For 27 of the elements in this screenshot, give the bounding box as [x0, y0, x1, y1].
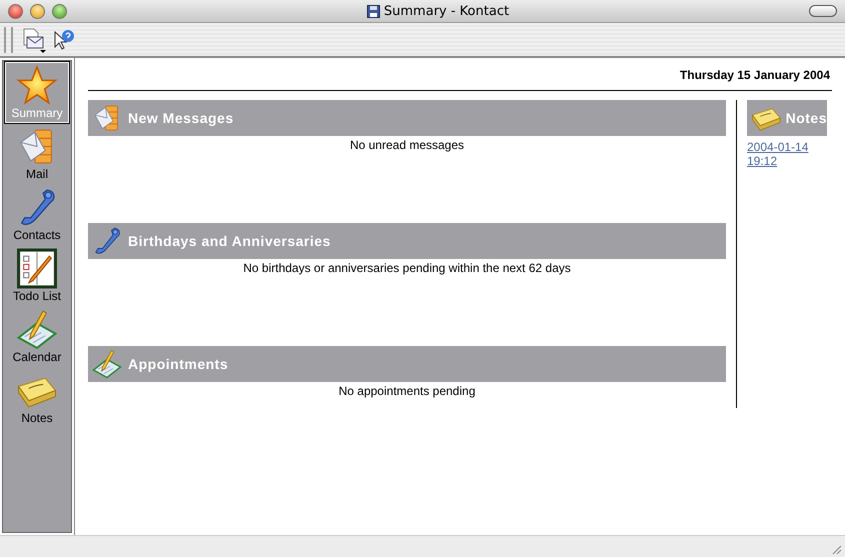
sidebar-item[interactable]: Calendar	[5, 306, 69, 367]
resize-grip-icon[interactable]	[830, 543, 842, 555]
section-message: No birthdays or anniversaries pending within the next 62 days	[242, 260, 572, 275]
section-header: New Messages	[88, 100, 726, 136]
section-message: No unread messages	[348, 137, 466, 152]
section-header: Notes	[747, 100, 827, 136]
minimize-button[interactable]	[30, 4, 45, 18]
star-icon	[16, 65, 58, 106]
section-message: No appointments pending	[338, 383, 476, 398]
sidebar-item[interactable]: Contacts	[5, 184, 69, 245]
checklist-pencil-icon	[16, 248, 58, 289]
sidebar-item[interactable]: Mail	[5, 123, 69, 184]
date-heading: Thursday 15 January 2004	[88, 66, 832, 91]
calendar-pencil-icon	[92, 349, 122, 379]
section-header: Appointments	[88, 346, 726, 382]
zoom-button[interactable]	[52, 4, 67, 18]
phone-handset-icon	[92, 226, 122, 256]
calendar-pencil-icon	[16, 309, 58, 350]
note-link[interactable]: 2004-01-14 19:12	[747, 140, 817, 168]
toolbar-toggle-button[interactable]	[809, 5, 837, 17]
window-title: Summary - Kontact	[384, 4, 510, 18]
close-button[interactable]	[8, 4, 23, 18]
sidebar-item[interactable]: Todo List	[5, 245, 69, 306]
section-header: Birthdays and Anniversaries	[88, 223, 726, 259]
toolbar-handle[interactable]	[4, 26, 13, 52]
sidebar-item[interactable]: Notes	[5, 367, 69, 428]
help-pointer-icon[interactable]	[53, 28, 75, 50]
